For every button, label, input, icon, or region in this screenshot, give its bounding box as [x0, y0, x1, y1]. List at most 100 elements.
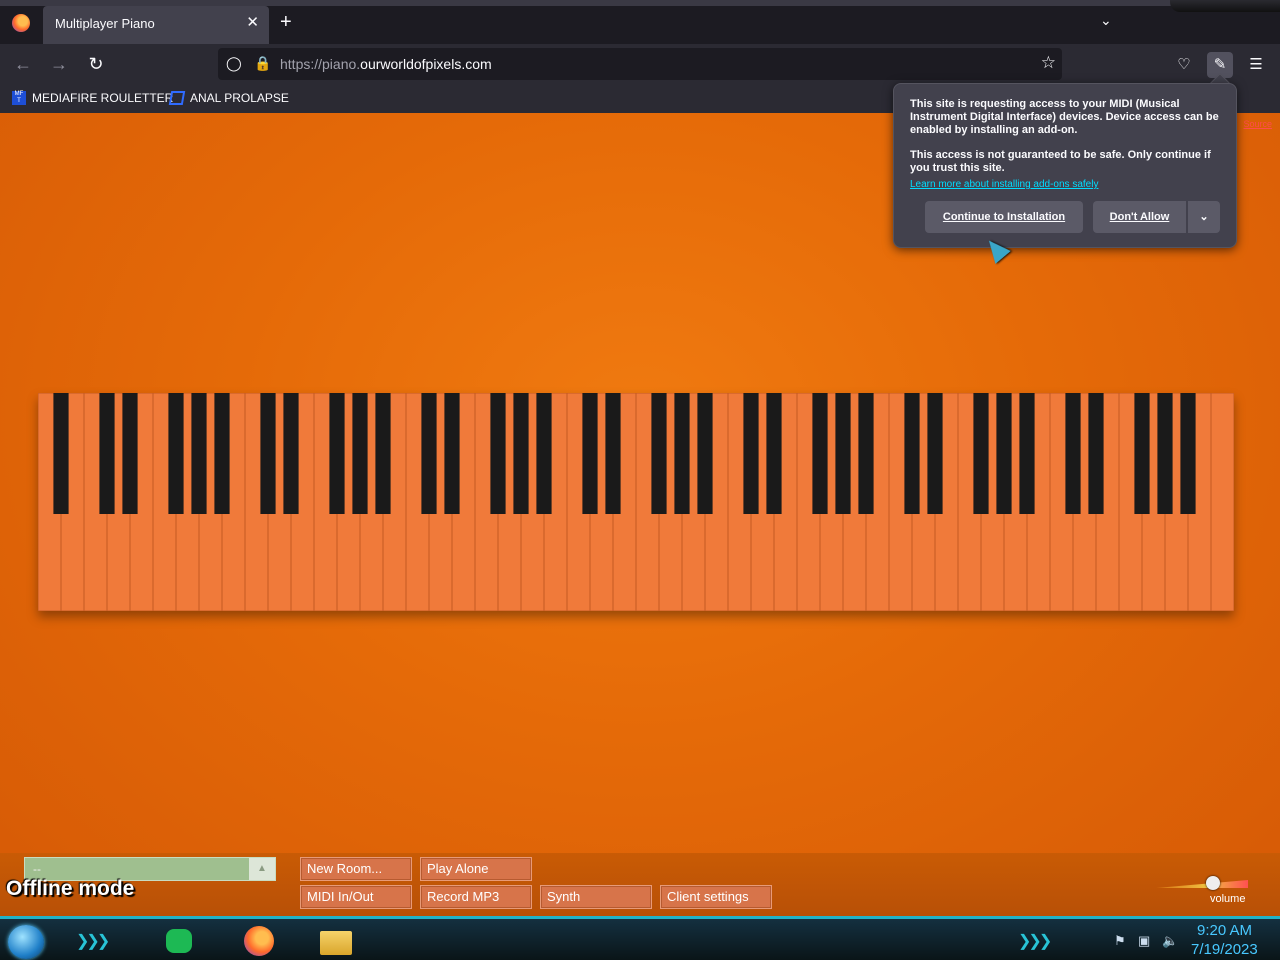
black-key[interactable]	[214, 393, 230, 514]
continue-label: Continue to Installation	[942, 211, 1066, 223]
black-key[interactable]	[766, 393, 782, 514]
lock-icon[interactable]: 🔒	[254, 55, 271, 72]
client-settings-button[interactable]: Client settings	[660, 885, 772, 909]
black-key[interactable]	[168, 393, 184, 514]
spotify-icon[interactable]	[166, 929, 192, 953]
learn-more-link[interactable]: Learn more about installing add-ons safe…	[910, 179, 1098, 190]
volume-slider-track[interactable]	[1156, 880, 1248, 888]
record-mp3-button[interactable]: Record MP3	[420, 885, 532, 909]
black-key[interactable]	[1088, 393, 1104, 514]
black-key[interactable]	[490, 393, 506, 514]
navigation-toolbar: ← → ↻ ◯ 🔒 https://piano.ourworldofpixels…	[0, 44, 1280, 85]
black-key[interactable]	[812, 393, 828, 514]
black-key[interactable]	[1065, 393, 1081, 514]
dont-allow-button[interactable]: Don't Allow	[1093, 201, 1186, 233]
firefox-icon[interactable]	[12, 14, 30, 32]
black-key[interactable]	[582, 393, 598, 514]
bookmark-favicon-icon	[168, 91, 186, 105]
black-key[interactable]	[536, 393, 552, 514]
mediafire-icon: MF T	[12, 91, 26, 105]
back-icon[interactable]: ←	[10, 52, 36, 78]
piano-svg[interactable]	[38, 393, 1234, 611]
tab-multiplayer-piano[interactable]: Multiplayer Piano ✕	[43, 6, 269, 44]
black-key[interactable]	[329, 393, 345, 514]
bookmark-mediafire[interactable]: MF T MEDIAFIRE ROULETTER	[12, 91, 173, 105]
list-tabs-icon[interactable]: ⌄	[1100, 12, 1112, 29]
forward-icon[interactable]: →	[46, 52, 72, 78]
black-key[interactable]	[697, 393, 713, 514]
black-key[interactable]	[651, 393, 667, 514]
bookmark-label: ANAL PROLAPSE	[190, 91, 289, 105]
midi-button[interactable]: MIDI In/Out	[300, 885, 412, 909]
file-explorer-icon[interactable]	[320, 931, 352, 955]
volume-label: volume	[1210, 893, 1246, 905]
black-key[interactable]	[858, 393, 874, 514]
new-tab-button[interactable]: +	[280, 11, 292, 34]
black-key[interactable]	[927, 393, 943, 514]
piano-keyboard[interactable]	[38, 393, 1234, 611]
synth-button[interactable]: Synth	[540, 885, 652, 909]
volume-slider-knob[interactable]	[1206, 876, 1221, 890]
close-tab-icon[interactable]: ✕	[246, 13, 259, 31]
midi-permission-popup: This site is requesting access to your M…	[893, 83, 1237, 248]
url-bar[interactable]: ◯ 🔒 https://piano.ourworldofpixels.com ☆	[218, 48, 1062, 80]
bookmark-star-icon[interactable]: ☆	[1041, 53, 1056, 73]
black-key[interactable]	[1019, 393, 1035, 514]
room-select-value: --	[33, 862, 41, 876]
continue-to-installation-button[interactable]: Continue to Installation	[925, 201, 1083, 233]
black-key[interactable]	[513, 393, 529, 514]
black-key[interactable]	[260, 393, 276, 514]
tab-bar: Multiplayer Piano ✕ + ⌄	[0, 0, 1280, 44]
black-key[interactable]	[1134, 393, 1150, 514]
black-key[interactable]	[996, 393, 1012, 514]
black-key[interactable]	[375, 393, 391, 514]
play-alone-button[interactable]: Play Alone	[420, 857, 532, 881]
white-key[interactable]	[1210, 393, 1234, 611]
source-link[interactable]: Source	[1243, 119, 1272, 129]
network-icon[interactable]: ▣	[1138, 933, 1150, 949]
clock-date[interactable]: 7/19/2023	[1191, 941, 1258, 958]
new-room-button[interactable]: New Room...	[300, 857, 412, 881]
black-key[interactable]	[904, 393, 920, 514]
black-key[interactable]	[421, 393, 437, 514]
url-prefix: https://piano.	[280, 56, 361, 72]
black-key[interactable]	[674, 393, 690, 514]
taskbar: ❯❯❯ ❯❯❯ ⚑ ▣ 🔈 9:20 AM 7/19/2023	[0, 916, 1280, 960]
black-key[interactable]	[122, 393, 138, 514]
bookmark-second[interactable]: ANAL PROLAPSE	[168, 91, 289, 105]
popup-warning: This access is not guaranteed to be safe…	[910, 149, 1211, 174]
screen: Multiplayer Piano ✕ + ⌄ ← → ↻ ◯ 🔒 https:…	[0, 0, 1280, 960]
menu-icon[interactable]: ☰	[1243, 52, 1269, 78]
url-domain: ourworldofpixels.com	[360, 56, 492, 72]
black-key[interactable]	[444, 393, 460, 514]
bottom-controls: -- ▲ Offline mode New Room... Play Alone…	[0, 853, 1280, 916]
black-key[interactable]	[605, 393, 621, 514]
black-key[interactable]	[743, 393, 759, 514]
tracking-shield-icon[interactable]: ◯	[226, 55, 242, 72]
black-key[interactable]	[53, 393, 69, 514]
taskbar-decoration-icon: ❯❯❯	[76, 933, 110, 950]
firefox-taskbar-icon[interactable]	[244, 926, 274, 956]
black-key[interactable]	[352, 393, 368, 514]
pocket-icon[interactable]: ♡	[1171, 52, 1197, 78]
url-text[interactable]: https://piano.ourworldofpixels.com	[280, 56, 492, 72]
volume-tray-icon[interactable]: 🔈	[1162, 933, 1178, 949]
black-key[interactable]	[973, 393, 989, 514]
dont-allow-label: Don't Allow	[1109, 211, 1170, 223]
room-select-arrow-icon[interactable]: ▲	[249, 858, 275, 880]
window-frame-decoration	[1170, 0, 1280, 12]
popup-message: This site is requesting access to your M…	[910, 98, 1219, 136]
action-center-flag-icon[interactable]: ⚑	[1114, 933, 1126, 949]
black-key[interactable]	[835, 393, 851, 514]
offline-mode-label: Offline mode	[6, 877, 135, 900]
black-key[interactable]	[283, 393, 299, 514]
black-key[interactable]	[1180, 393, 1196, 514]
start-button[interactable]	[8, 925, 44, 959]
more-options-chevron-icon[interactable]: ⌄	[1188, 201, 1220, 233]
clock-time[interactable]: 9:20 AM	[1197, 922, 1252, 939]
black-key[interactable]	[191, 393, 207, 514]
reload-icon[interactable]: ↻	[83, 52, 109, 78]
black-key[interactable]	[1157, 393, 1173, 514]
black-key[interactable]	[99, 393, 115, 514]
taskbar-decoration-right-icon: ❯❯❯	[1018, 933, 1052, 950]
